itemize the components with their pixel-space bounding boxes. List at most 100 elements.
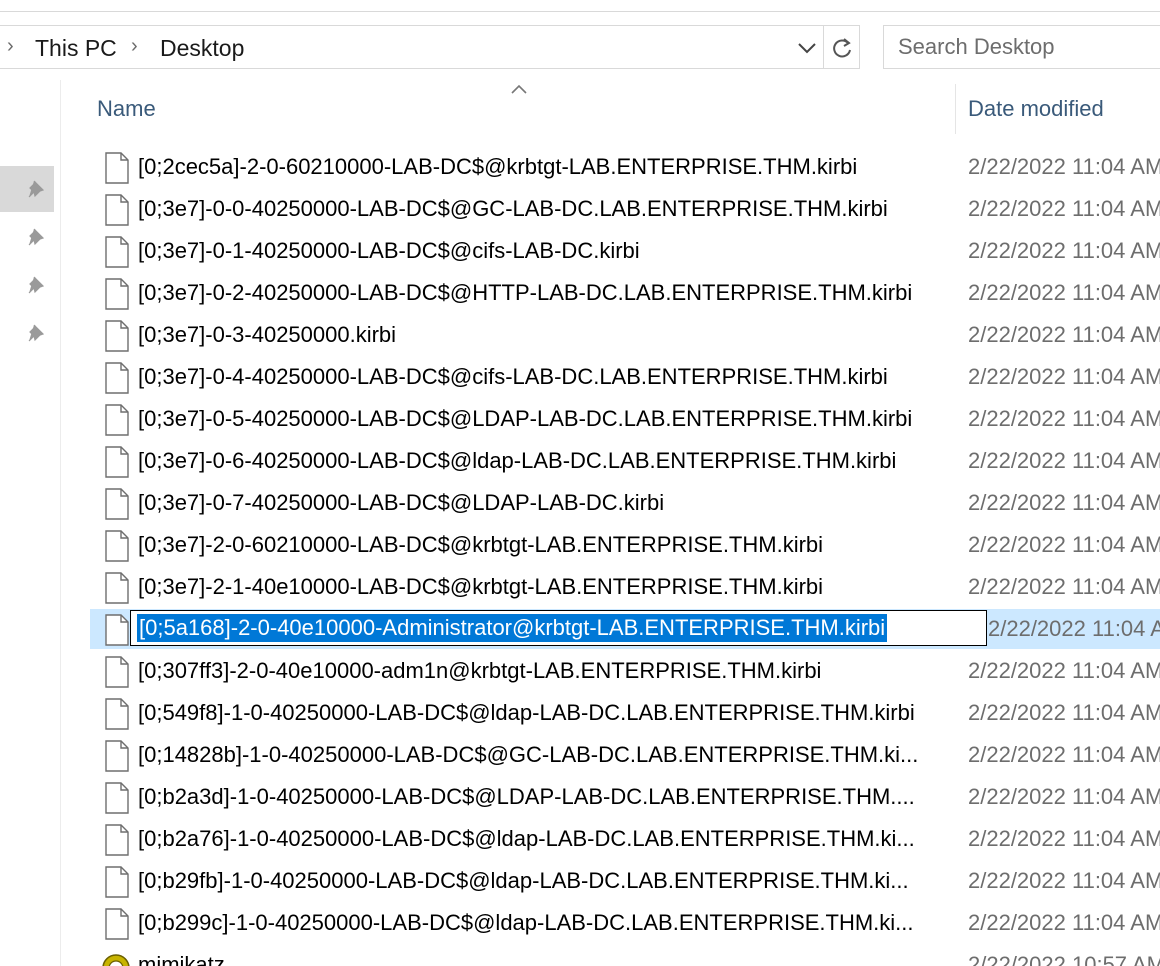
file-name: [0;3e7]-0-0-40250000-LAB-DC$@GC-LAB-DC.L…: [138, 196, 888, 221]
pin-icon: [28, 180, 45, 198]
file-name: [0;3e7]-2-1-40e10000-LAB-DC$@krbtgt-LAB.…: [138, 574, 824, 599]
file-name: [0;14828b]-1-0-40250000-LAB-DC$@GC-LAB-D…: [138, 742, 919, 767]
file-icon: [105, 488, 129, 520]
file-date-modified: 2/22/2022 11:04 AM: [968, 742, 1160, 767]
file-row[interactable]: [0;b2a3d]-1-0-40250000-LAB-DC$@LDAP-LAB-…: [90, 777, 1160, 817]
file-date-modified: 2/22/2022 11:04 AM: [968, 196, 1160, 221]
file-icon: [105, 236, 129, 268]
breadcrumb-this-pc[interactable]: This PC: [35, 34, 117, 62]
file-icon: [105, 194, 129, 226]
file-date-modified: 2/22/2022 11:04 AM: [968, 280, 1160, 305]
file-row[interactable]: [0;b29fb]-1-0-40250000-LAB-DC$@ldap-LAB-…: [90, 861, 1160, 901]
file-name: [0;3e7]-2-0-60210000-LAB-DC$@krbtgt-LAB.…: [138, 532, 824, 557]
file-name: [0;b299c]-1-0-40250000-LAB-DC$@ldap-LAB-…: [138, 910, 914, 935]
file-name: [0;3e7]-0-5-40250000-LAB-DC$@LDAP-LAB-DC…: [138, 406, 913, 431]
file-row[interactable]: [0;3e7]-0-3-40250000.kirbi 2/22/2022 11:0…: [90, 315, 1160, 355]
file-row[interactable]: [0;14828b]-1-0-40250000-LAB-DC$@GC-LAB-D…: [90, 735, 1160, 775]
rename-selected-text[interactable]: [0;5a168]-2-0-40e10000-Administrator@krb…: [137, 614, 888, 642]
file-row[interactable]: [0;3e7]-0-5-40250000-LAB-DC$@LDAP-LAB-DC…: [90, 399, 1160, 439]
file-icon: [105, 530, 129, 562]
file-icon: [105, 572, 129, 604]
file-icon: [105, 782, 129, 814]
file-icon: [105, 320, 129, 352]
file-name: mimikatz: [138, 952, 225, 966]
file-date-modified: 2/22/2022 10:57 AM: [968, 952, 1160, 966]
search-input[interactable]: [898, 32, 1160, 62]
file-date-modified: 2/22/2022 11:04 AM: [968, 574, 1160, 599]
file-date-modified: 2/22/2022 11:04 AM: [968, 448, 1160, 473]
file-row[interactable]: [0;b299c]-1-0-40250000-LAB-DC$@ldap-LAB-…: [90, 903, 1160, 943]
file-date-modified: 2/22/2022 11:04 AM: [988, 616, 1160, 641]
file-row[interactable]: [0;549f8]-1-0-40250000-LAB-DC$@ldap-LAB-…: [90, 693, 1160, 733]
breadcrumb-chevron-icon[interactable]: ›: [131, 35, 138, 57]
file-date-modified: 2/22/2022 11:04 AM: [968, 826, 1160, 851]
file-name: [0;2cec5a]-2-0-60210000-LAB-DC$@krbtgt-L…: [138, 154, 858, 179]
file-row[interactable]: mimikatz 2/22/2022 10:57 AM: [90, 945, 1160, 966]
nav-pane-divider: [60, 80, 61, 966]
file-icon: [105, 362, 129, 394]
file-icon: [105, 446, 129, 478]
column-header-date-modified[interactable]: Date modified: [968, 95, 1104, 123]
file-icon: [105, 404, 129, 436]
file-name: [0;b29fb]-1-0-40250000-LAB-DC$@ldap-LAB-…: [138, 868, 909, 893]
file-explorer-window: › This PC › Desktop Name Date modified […: [0, 0, 1160, 966]
file-row[interactable]: [0;3e7]-0-0-40250000-LAB-DC$@GC-LAB-DC.L…: [90, 189, 1160, 229]
breadcrumb-desktop[interactable]: Desktop: [160, 34, 244, 62]
file-row[interactable]: [0;b2a76]-1-0-40250000-LAB-DC$@ldap-LAB-…: [90, 819, 1160, 859]
file-date-modified: 2/22/2022 11:04 AM: [968, 490, 1160, 515]
search-box[interactable]: [883, 25, 1160, 69]
file-name: [0;3e7]-0-4-40250000-LAB-DC$@cifs-LAB-DC…: [138, 364, 888, 389]
file-name: [0;3e7]-0-2-40250000-LAB-DC$@HTTP-LAB-DC…: [138, 280, 913, 305]
ribbon-divider: [0, 11, 1160, 12]
pin-icon: [28, 228, 45, 246]
file-date-modified: 2/22/2022 11:04 AM: [968, 868, 1160, 893]
file-row[interactable]: [0;307ff3]-2-0-40e10000-adm1n@krbtgt-LAB…: [90, 651, 1160, 691]
refresh-icon[interactable]: [829, 34, 855, 62]
file-icon: [105, 698, 129, 730]
file-icon: [105, 614, 129, 646]
file-date-modified: 2/22/2022 11:04 AM: [968, 364, 1160, 389]
file-date-modified: 2/22/2022 11:04 AM: [968, 322, 1160, 347]
column-header-name[interactable]: Name: [97, 95, 156, 123]
rename-input[interactable]: [0;5a168]-2-0-40e10000-Administrator@krb…: [130, 610, 987, 646]
file-name: [0;3e7]-0-1-40250000-LAB-DC$@cifs-LAB-DC…: [138, 238, 640, 263]
column-divider[interactable]: [955, 84, 956, 134]
file-row[interactable]: [0;3e7]-0-4-40250000-LAB-DC$@cifs-LAB-DC…: [90, 357, 1160, 397]
file-row[interactable]: [0;3e7]-0-6-40250000-LAB-DC$@ldap-LAB-DC…: [90, 441, 1160, 481]
file-icon: [105, 908, 129, 940]
address-bar[interactable]: › This PC › Desktop: [0, 25, 860, 69]
file-name: [0;3e7]-0-7-40250000-LAB-DC$@LDAP-LAB-DC…: [138, 490, 665, 515]
file-date-modified: 2/22/2022 11:04 AM: [968, 406, 1160, 431]
file-name: [0;b2a3d]-1-0-40250000-LAB-DC$@LDAP-LAB-…: [138, 784, 915, 809]
file-icon: [105, 866, 129, 898]
chevron-down-icon[interactable]: [795, 34, 819, 62]
file-date-modified: 2/22/2022 11:04 AM: [968, 910, 1160, 935]
file-icon: [105, 656, 129, 688]
breadcrumb-chevron-icon[interactable]: ›: [7, 35, 14, 57]
pin-icon: [28, 276, 45, 294]
file-name: [0;3e7]-0-3-40250000.kirbi: [138, 322, 397, 347]
file-name: [0;b2a76]-1-0-40250000-LAB-DC$@ldap-LAB-…: [138, 826, 915, 851]
file-icon: [105, 740, 129, 772]
file-row[interactable]: [0;3e7]-2-0-60210000-LAB-DC$@krbtgt-LAB.…: [90, 525, 1160, 565]
file-row[interactable]: [0;3e7]-0-1-40250000-LAB-DC$@cifs-LAB-DC…: [90, 231, 1160, 271]
file-icon: [105, 278, 129, 310]
file-name: [0;3e7]-0-6-40250000-LAB-DC$@ldap-LAB-DC…: [138, 448, 897, 473]
file-icon: [105, 824, 129, 856]
file-date-modified: 2/22/2022 11:04 AM: [968, 700, 1160, 725]
file-row-selected[interactable]: [0;5a168]-2-0-40e10000-Administrator@krb…: [90, 609, 1160, 649]
file-row[interactable]: [0;3e7]-2-1-40e10000-LAB-DC$@krbtgt-LAB.…: [90, 567, 1160, 607]
file-row[interactable]: [0;2cec5a]-2-0-60210000-LAB-DC$@krbtgt-L…: [90, 147, 1160, 187]
mimikatz-app-icon: [102, 954, 130, 966]
file-row[interactable]: [0;3e7]-0-2-40250000-LAB-DC$@HTTP-LAB-DC…: [90, 273, 1160, 313]
file-date-modified: 2/22/2022 11:04 AM: [968, 238, 1160, 263]
sort-ascending-icon: [511, 84, 527, 94]
file-name: [0;549f8]-1-0-40250000-LAB-DC$@ldap-LAB-…: [138, 700, 915, 725]
file-date-modified: 2/22/2022 11:04 AM: [968, 532, 1160, 557]
pin-icon: [28, 324, 45, 342]
file-date-modified: 2/22/2022 11:04 AM: [968, 658, 1160, 683]
file-name: [0;307ff3]-2-0-40e10000-adm1n@krbtgt-LAB…: [138, 658, 822, 683]
file-icon: [105, 152, 129, 184]
file-row[interactable]: [0;3e7]-0-7-40250000-LAB-DC$@LDAP-LAB-DC…: [90, 483, 1160, 523]
address-separator: [823, 26, 824, 68]
